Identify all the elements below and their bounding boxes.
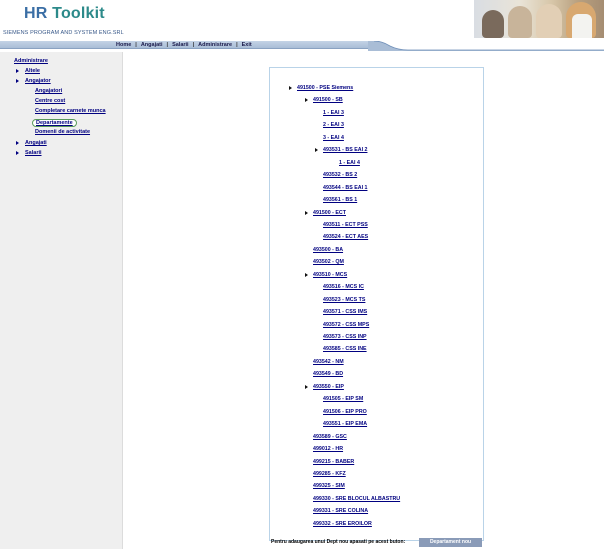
- nav-item-exit[interactable]: Exit: [242, 42, 252, 48]
- tree-expand-arrow-icon[interactable]: [289, 86, 292, 90]
- tree-item[interactable]: 493532 - BS 2: [323, 172, 357, 178]
- nav-item-salarii[interactable]: Salarii: [172, 42, 189, 48]
- tree-item[interactable]: 493572 - CSS MPS: [323, 322, 369, 328]
- nav-item-administrare[interactable]: Administrare: [198, 42, 232, 48]
- tree-expand-arrow-icon[interactable]: [305, 272, 308, 277]
- company-name: SIEMENS PROGRAM AND SYSTEM ENG.SRL: [3, 30, 124, 36]
- tree-item[interactable]: 493549 - BD: [313, 371, 343, 377]
- nav-separator: |: [192, 42, 195, 48]
- tree-item[interactable]: 493561 - BS 1: [323, 197, 357, 203]
- sidebar-item-domenii-de-activitate[interactable]: Domenii de activitate: [35, 129, 90, 135]
- tree-item[interactable]: 493571 - CSS IMS: [323, 309, 367, 315]
- nav-separator: |: [236, 42, 238, 48]
- tree-item[interactable]: 2 - EAI 3: [323, 122, 344, 128]
- tree-expand-arrow-icon[interactable]: [305, 384, 308, 389]
- tree-item[interactable]: 491500 - ECT: [313, 210, 346, 216]
- tree-item[interactable]: 493523 - MCS TS: [323, 297, 365, 303]
- nav-item-angajati[interactable]: Angajati: [141, 42, 163, 48]
- header-photo: [474, 0, 604, 38]
- tree-item[interactable]: 493573 - CSS INP: [323, 334, 367, 340]
- sidebar-item-administrare[interactable]: Administrare: [14, 58, 48, 64]
- sidebar-item-salarii[interactable]: Salarii: [25, 150, 42, 156]
- tree-expand-arrow-icon[interactable]: [305, 210, 308, 215]
- tree-item[interactable]: 493500 - BA: [313, 247, 343, 253]
- sidebar-bullet-icon: [16, 79, 19, 83]
- sidebar-bullet-icon: [16, 151, 19, 155]
- app-logo: HR Toolkit: [24, 5, 105, 23]
- app-header: HR Toolkit SIEMENS PROGRAM AND SYSTEM EN…: [0, 0, 604, 40]
- sidebar-item-completare-carnete-munca[interactable]: Completare carnete munca: [35, 108, 106, 114]
- nav-item-home[interactable]: Home: [116, 42, 131, 48]
- nav-separator: |: [166, 42, 169, 48]
- tree-item[interactable]: 493502 - QM: [313, 259, 344, 265]
- sidebar-bullet-icon: [16, 69, 19, 73]
- tree-item[interactable]: 493589 - GSC: [313, 434, 347, 440]
- tree-item[interactable]: 493544 - BS EAI 1: [323, 185, 367, 191]
- sidebar-item-angajator[interactable]: Angajator: [25, 78, 51, 84]
- sidebar-item-centre-cost[interactable]: Centre cost: [35, 98, 65, 104]
- tree-item[interactable]: 493551 - EIP EMA: [323, 421, 367, 427]
- tree-item[interactable]: 493510 - MCS: [313, 272, 347, 278]
- tree-item[interactable]: 493524 - ECT AES: [323, 234, 368, 240]
- tree-item[interactable]: 499331 - SRE COLINA: [313, 508, 368, 514]
- sidebar-bullet-icon: [16, 141, 19, 145]
- tree-item[interactable]: 499215 - BABER: [313, 459, 354, 465]
- tree-item[interactable]: 491505 - EIP SM: [323, 396, 363, 402]
- tree-expand-arrow-icon[interactable]: [315, 148, 318, 153]
- tree-item[interactable]: 499285 - KFZ: [313, 471, 346, 477]
- tree-item[interactable]: 493511 - ECT PSS: [323, 222, 368, 228]
- sidebar-item-departamente[interactable]: Departamente: [32, 119, 77, 127]
- tree-item[interactable]: 3 - EAI 4: [323, 135, 344, 141]
- tree-item[interactable]: 499012 - HR: [313, 446, 343, 452]
- sidebar-item-altele[interactable]: Altele: [25, 68, 40, 74]
- tree-item[interactable]: 499325 - SIM: [313, 483, 345, 489]
- tree-item[interactable]: 493542 - NM: [313, 359, 344, 365]
- tree-item[interactable]: 493531 - BS EAI 2: [323, 147, 367, 153]
- tree-item[interactable]: 493516 - MCS IC: [323, 284, 364, 290]
- tree-item[interactable]: 1 - EAI 3: [323, 110, 344, 116]
- tree-item[interactable]: 491500 - SB: [313, 97, 343, 103]
- sidebar-item-angajati[interactable]: Angajati: [25, 140, 47, 146]
- tree-item[interactable]: 491506 - EIP PRO: [323, 409, 367, 415]
- nav-menu: Home | Angajati | Salarii | Administrare | Exit: [116, 42, 252, 48]
- tree-item[interactable]: 493585 - CSS INE: [323, 346, 367, 352]
- tree-item[interactable]: 1 - EAI 4: [339, 160, 360, 166]
- sidebar-item-angajatori[interactable]: Angajatori: [35, 88, 62, 94]
- sidebar: Administrare Altele Angajator Angajatori Cen…: [0, 52, 123, 549]
- nav-separator: |: [135, 42, 137, 48]
- tree-item[interactable]: 491500 - PSE Siemens: [297, 85, 353, 91]
- top-nav: Home | Angajati | Salarii | Administrare | Exit: [0, 41, 604, 51]
- brand-hr: HR: [24, 5, 48, 22]
- add-department-hint: Pentru adaugarea unui Dept nou apasati p…: [271, 539, 406, 545]
- brand-toolkit: Toolkit: [47, 5, 105, 22]
- nav-swoosh: [368, 41, 604, 51]
- tree-item[interactable]: 499332 - SRE EROILOR: [313, 521, 372, 527]
- tree-expand-arrow-icon[interactable]: [305, 98, 308, 103]
- tree-item[interactable]: 499330 - SRE BLOCUL ALBASTRU: [313, 496, 400, 502]
- new-department-button[interactable]: Departament nou: [419, 538, 482, 547]
- department-tree-panel: 491500 - PSE Siemens 491500 - SB 1 - EAI 3…: [269, 67, 484, 541]
- tree-item[interactable]: 493550 - EIP: [313, 384, 344, 390]
